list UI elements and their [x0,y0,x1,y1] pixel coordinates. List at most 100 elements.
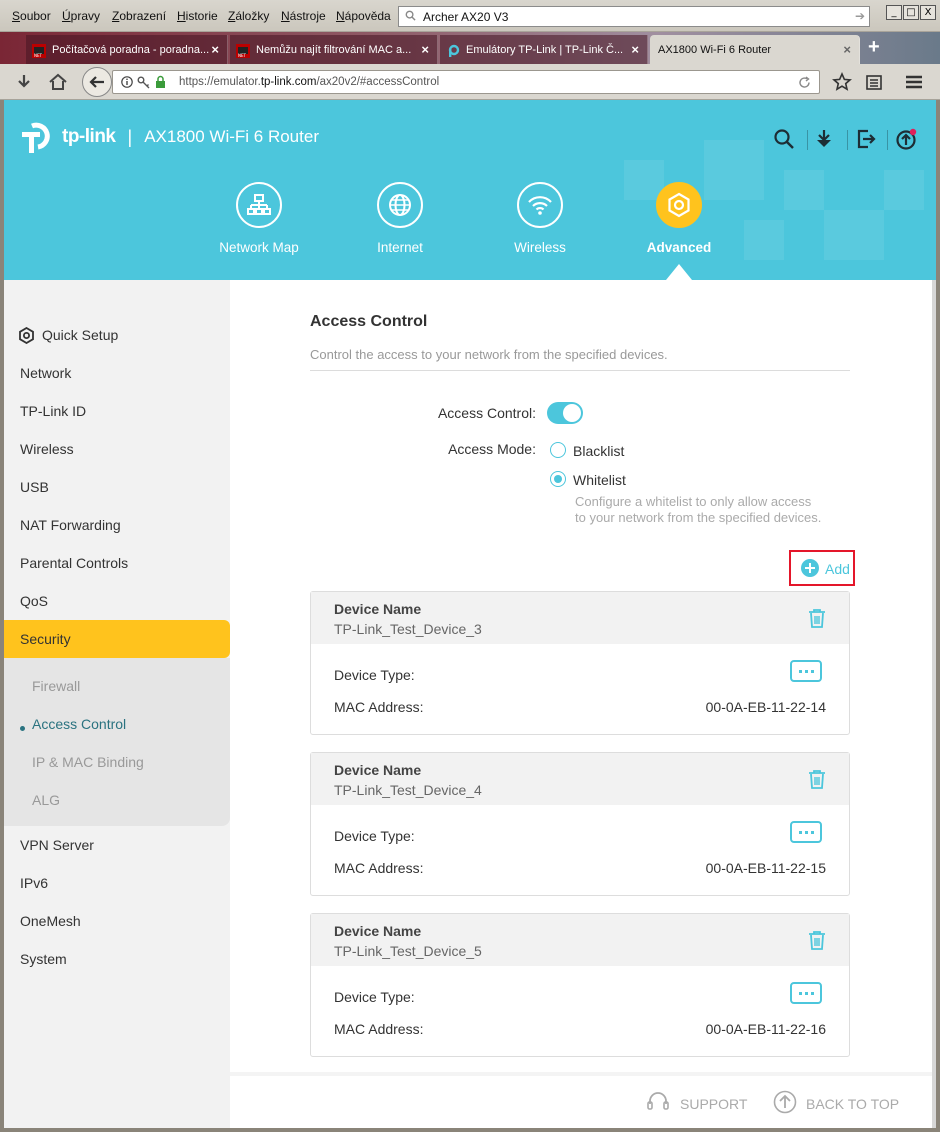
browser-menubar: Soubor Úpravy Zobrazení Historie Záložky… [0,0,940,32]
tab-wireless[interactable]: Wireless [480,182,600,255]
sidebar-item-wireless[interactable]: Wireless [4,430,230,468]
key-icon[interactable] [137,76,150,89]
security-submenu: Firewall Access Control IP & MAC Binding… [4,658,230,826]
back-button[interactable] [82,67,112,97]
mac-address-label: MAC Address: [334,860,424,876]
window-controls: _ □ X [886,5,936,20]
hamburger-menu-icon[interactable] [904,72,924,92]
browser-tab-4-active[interactable]: AX1800 Wi-Fi 6 Router × [650,35,860,64]
tab-4-label: AX1800 Wi-Fi 6 Router [658,44,772,56]
menu-zalozky[interactable]: Záložky [228,9,269,23]
whitelist-hint: Configure a whitelist to only allow acce… [575,494,865,526]
menu-nastroje[interactable]: Nástroje [281,9,326,23]
minimize-button[interactable]: _ [886,5,902,20]
sidebar-item-tplink-id[interactable]: TP-Link ID [4,392,230,430]
sidebar-item-label: Quick Setup [42,327,119,343]
device-type-more-button[interactable] [790,982,822,1004]
trash-icon[interactable] [808,930,826,950]
back-to-top-link[interactable]: BACK TO TOP [806,1096,899,1112]
new-tab-plus-icon[interactable]: + [868,36,880,59]
whitelist-radio[interactable] [550,471,566,487]
browser-tab-3[interactable]: Emulátory TP-Link | TP-Link Č... × [440,35,648,64]
sidebar-item-quick-setup[interactable]: Quick Setup [4,316,230,354]
sidebar-item-parental-controls[interactable]: Parental Controls [4,544,230,582]
browser-search-input[interactable]: Archer AX20 V3 ➔ [398,6,870,27]
search-value: Archer AX20 V3 [423,10,509,24]
whitelist-label[interactable]: Whitelist [573,472,626,488]
tab-network-map[interactable]: Network Map [199,182,319,255]
maximize-button[interactable]: □ [903,5,919,20]
close-tab-2-icon[interactable]: × [421,42,429,57]
sidebar-item-vpn-server[interactable]: VPN Server [4,826,230,864]
sidebar-item-qos[interactable]: QoS [4,582,230,620]
blacklist-label[interactable]: Blacklist [573,443,624,459]
menu-zobrazeni[interactable]: Zobrazení [112,9,166,23]
logo-separator: | [127,126,133,147]
home-icon[interactable] [48,72,68,92]
mac-address-value: 00-0A-EB-11-22-16 [705,1021,826,1037]
add-circle-icon [801,559,819,577]
globe-icon [377,182,423,228]
menu-soubor[interactable]: Soubor [12,9,51,23]
app-download-icon[interactable] [812,127,836,151]
logout-icon[interactable] [854,127,878,151]
back-to-top-icon[interactable] [773,1090,797,1114]
url-host: tp-link.com [260,76,317,88]
go-arrow-icon[interactable]: ➔ [855,9,865,23]
add-button[interactable]: Add [789,550,855,586]
sidebar-item-onemesh[interactable]: OneMesh [4,902,230,940]
access-control-toggle[interactable] [547,402,583,424]
menu-upravy[interactable]: Úpravy [62,9,100,23]
sidebar-item-network[interactable]: Network [4,354,230,392]
search-icon[interactable] [772,127,796,151]
blacklist-radio[interactable] [550,442,566,458]
device-type-more-button[interactable] [790,821,822,843]
close-tab-4-icon[interactable]: × [843,42,851,57]
sidebar-subitem-ip-mac-binding[interactable]: IP & MAC Binding [32,754,144,770]
sidebar-item-ipv6[interactable]: IPv6 [4,864,230,902]
device-name: TP-Link_Test_Device_4 [334,782,482,798]
sidebar-subitem-access-control[interactable]: Access Control [32,716,126,732]
download-icon[interactable] [14,72,34,92]
sidebar-subitem-firewall[interactable]: Firewall [32,678,80,694]
reading-list-icon[interactable] [864,72,884,92]
lock-icon[interactable] [155,75,166,88]
firmware-update-icon[interactable] [894,127,918,151]
sidebar-subitem-alg[interactable]: ALG [32,792,60,808]
menu-napoveda[interactable]: Nápověda [336,9,391,23]
support-link[interactable]: SUPPORT [680,1096,747,1112]
device-type-more-button[interactable] [790,660,822,682]
browser-tab-1[interactable]: NET Počítačová poradna - poradna... × [26,35,228,64]
tab-internet-label: Internet [377,240,423,255]
browser-navbar: https://emulator.tp-link.com/ax20v2/#acc… [0,64,940,100]
page-scrollbar[interactable] [932,280,936,1128]
trash-icon[interactable] [808,608,826,628]
page-description: Control the access to your network from … [310,347,668,362]
address-bar[interactable]: https://emulator.tp-link.com/ax20v2/#acc… [112,70,820,94]
browser-tab-2[interactable]: NET Nemůžu najít filtrování MAC a... × [230,35,438,64]
trash-icon[interactable] [808,769,826,789]
device-card-header: Device Name TP-Link_Test_Device_4 [311,753,849,805]
bookmark-star-icon[interactable] [832,72,852,92]
sidebar-item-system[interactable]: System [4,940,230,978]
svg-text:NET: NET [34,53,43,58]
tab-advanced[interactable]: Advanced [619,182,739,255]
active-tab-pointer [666,264,692,280]
reload-icon[interactable] [798,76,811,89]
mac-address-value: 00-0A-EB-11-22-15 [705,860,826,876]
sidebar-item-usb[interactable]: USB [4,468,230,506]
tab-1-label: Počítačová poradna - poradna... [52,44,210,56]
quick-setup-icon [19,327,34,344]
close-tab-1-icon[interactable]: × [211,42,219,57]
close-window-button[interactable]: X [920,5,936,20]
back-arrow-icon [89,76,104,88]
support-headset-icon[interactable] [646,1090,670,1114]
sidebar-item-security[interactable]: Security [4,620,230,658]
network-map-icon [236,182,282,228]
device-name-header: Device Name [334,923,422,939]
close-tab-3-icon[interactable]: × [631,42,639,57]
sidebar-item-nat-forwarding[interactable]: NAT Forwarding [4,506,230,544]
menu-historie[interactable]: Historie [177,9,218,23]
info-icon[interactable] [121,76,133,88]
tab-internet[interactable]: Internet [340,182,460,255]
